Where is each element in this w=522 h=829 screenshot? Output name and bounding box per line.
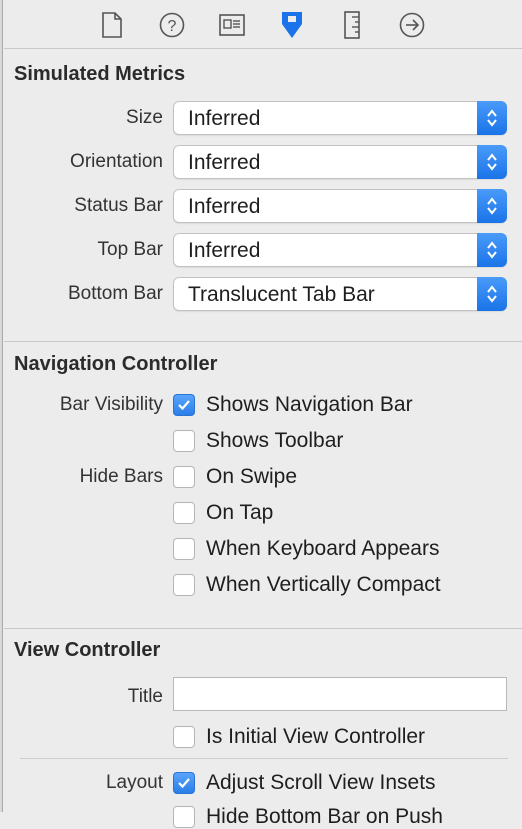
orientation-popup[interactable]: Inferred bbox=[173, 145, 507, 179]
when-keyboard-appears-label: When Keyboard Appears bbox=[206, 537, 440, 560]
status-bar-value: Inferred bbox=[188, 195, 261, 218]
connections-inspector-icon[interactable] bbox=[397, 10, 427, 40]
popup-stepper-icon bbox=[477, 277, 507, 311]
popup-stepper-icon bbox=[477, 233, 507, 267]
status-bar-label: Status Bar bbox=[74, 195, 163, 216]
inspector-toolbar: ? bbox=[4, 0, 522, 48]
size-popup[interactable]: Inferred bbox=[173, 101, 507, 135]
shows-navigation-bar-label: Shows Navigation Bar bbox=[206, 393, 413, 416]
bottom-bar-popup[interactable]: Translucent Tab Bar bbox=[173, 277, 507, 311]
top-bar-popup[interactable]: Inferred bbox=[173, 233, 507, 267]
section-title-navigation-controller: Navigation Controller bbox=[14, 353, 218, 375]
top-bar-label: Top Bar bbox=[97, 239, 163, 260]
size-label: Size bbox=[126, 107, 163, 128]
shows-navigation-bar-checkbox[interactable] bbox=[173, 394, 195, 416]
identity-inspector-icon[interactable] bbox=[217, 10, 247, 40]
orientation-value: Inferred bbox=[188, 151, 261, 174]
file-inspector-icon[interactable] bbox=[97, 10, 127, 40]
bottom-bar-value: Translucent Tab Bar bbox=[188, 283, 375, 306]
section-title-simulated-metrics: Simulated Metrics bbox=[14, 63, 186, 85]
hide-bottom-bar-on-push-label: Hide Bottom Bar on Push bbox=[206, 805, 443, 828]
when-keyboard-appears-checkbox[interactable] bbox=[173, 538, 195, 560]
is-initial-view-controller-checkbox[interactable] bbox=[173, 726, 195, 748]
row-divider bbox=[20, 758, 508, 759]
popup-stepper-icon bbox=[477, 101, 507, 135]
when-vertically-compact-checkbox[interactable] bbox=[173, 574, 195, 596]
size-inspector-icon[interactable] bbox=[337, 10, 367, 40]
section-divider bbox=[4, 341, 522, 342]
quick-help-icon[interactable]: ? bbox=[157, 10, 187, 40]
panel-left-border bbox=[0, 0, 3, 812]
orientation-label: Orientation bbox=[70, 151, 163, 172]
section-divider bbox=[4, 628, 522, 629]
toolbar-divider bbox=[4, 48, 522, 49]
on-tap-label: On Tap bbox=[206, 501, 274, 524]
top-bar-value: Inferred bbox=[188, 239, 261, 262]
popup-stepper-icon bbox=[477, 189, 507, 223]
checkmark-icon bbox=[178, 778, 190, 789]
svg-text:?: ? bbox=[168, 18, 177, 35]
layout-label: Layout bbox=[105, 772, 163, 793]
popup-stepper-icon bbox=[477, 145, 507, 179]
size-value: Inferred bbox=[188, 107, 261, 130]
is-initial-view-controller-label: Is Initial View Controller bbox=[206, 725, 426, 748]
bottom-bar-label: Bottom Bar bbox=[67, 283, 163, 304]
bar-visibility-label: Bar Visibility bbox=[59, 394, 163, 415]
adjust-scroll-view-insets-label: Adjust Scroll View Insets bbox=[206, 771, 436, 794]
title-label: Title bbox=[127, 686, 163, 707]
title-field[interactable] bbox=[173, 677, 507, 711]
section-title-view-controller: View Controller bbox=[14, 639, 161, 661]
when-vertically-compact-label: When Vertically Compact bbox=[206, 573, 441, 596]
shows-toolbar-checkbox[interactable] bbox=[173, 430, 195, 452]
attributes-inspector-icon[interactable] bbox=[277, 10, 307, 40]
hide-bottom-bar-on-push-checkbox[interactable] bbox=[173, 806, 195, 828]
on-swipe-checkbox[interactable] bbox=[173, 466, 195, 488]
checkmark-icon bbox=[178, 400, 190, 411]
status-bar-popup[interactable]: Inferred bbox=[173, 189, 507, 223]
hide-bars-label: Hide Bars bbox=[79, 466, 163, 487]
on-swipe-label: On Swipe bbox=[206, 465, 298, 488]
shows-toolbar-label: Shows Toolbar bbox=[206, 429, 344, 452]
adjust-scroll-view-insets-checkbox[interactable] bbox=[173, 772, 195, 794]
on-tap-checkbox[interactable] bbox=[173, 502, 195, 524]
